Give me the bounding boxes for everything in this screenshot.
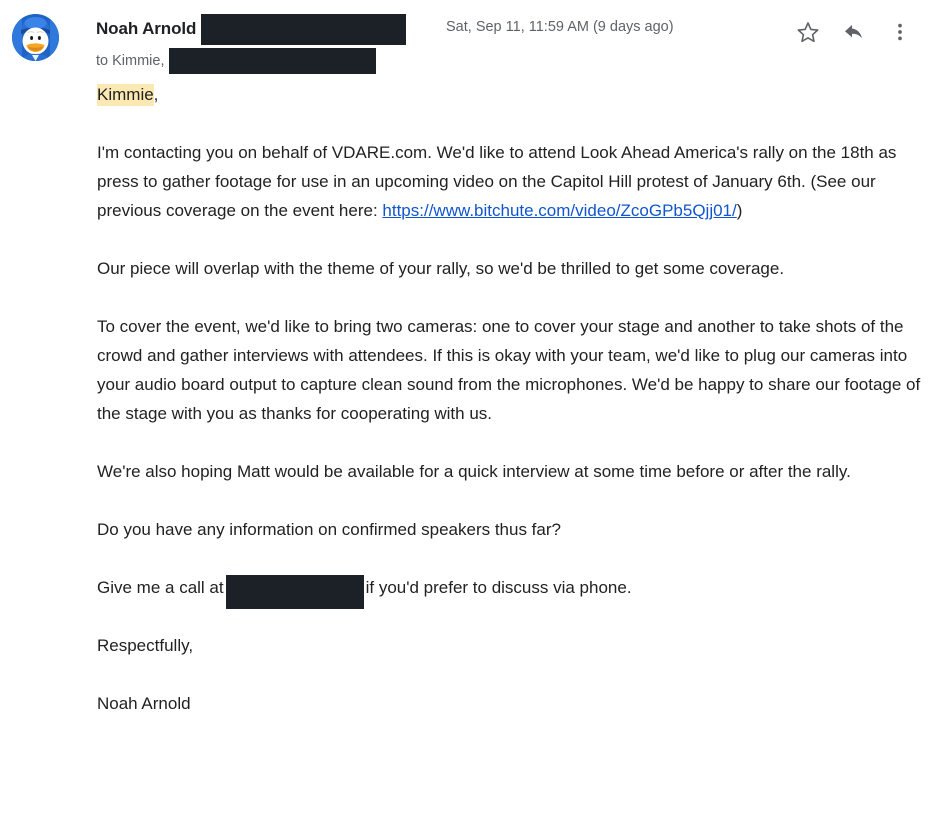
more-options-button[interactable] (877, 14, 923, 50)
paragraph-3: To cover the event, we'd like to bring t… (97, 317, 921, 423)
paragraph-6-text-before-redaction: Give me a call at (97, 578, 224, 597)
message-header: Noah Arnold Sat, Sep 11, 11:59 AM (9 day… (0, 0, 937, 80)
reply-button[interactable] (831, 14, 877, 50)
message-body: Kimmie, I'm contacting you on behalf of … (0, 80, 937, 747)
bitchute-video-link[interactable]: https://www.bitchute.com/video/ZcoGPb5Qj… (382, 201, 736, 220)
sender-email-redaction (200, 14, 406, 45)
star-button[interactable] (785, 14, 831, 50)
greeting-comma: , (153, 85, 159, 104)
recipient-label: to Kimmie, (96, 52, 165, 69)
paragraph-6: Give me a call at if you'd prefer to disc… (97, 573, 921, 610)
reply-icon (842, 20, 866, 44)
more-vertical-icon (890, 22, 910, 42)
paragraph-6-text-after-redaction: if you'd prefer to discuss via phone. (365, 578, 632, 597)
paragraph-1: I'm contacting you on behalf of VDARE.co… (97, 138, 921, 225)
paragraph-1-text-after-link: ) (736, 201, 743, 220)
paragraph-4: We're also hoping Matt would be availabl… (97, 462, 851, 481)
phone-number-redaction (225, 575, 364, 610)
greeting-highlight: Kimmie (97, 84, 154, 106)
message-date: Sat, Sep 11, 11:59 AM (9 days ago) (446, 19, 674, 35)
avatar[interactable] (12, 14, 59, 61)
recipient-row[interactable]: to Kimmie, (96, 48, 376, 74)
recipient-redaction (168, 48, 376, 74)
star-icon (796, 20, 820, 44)
paragraph-5: Do you have any information on confirmed… (97, 520, 561, 539)
closing-line: Respectfully, (97, 636, 194, 656)
greeting-line: Kimmie, (97, 80, 921, 109)
sender-name[interactable]: Noah Arnold (96, 16, 196, 42)
signature-line: Noah Arnold (97, 694, 191, 714)
header-actions (785, 14, 923, 50)
paragraph-2: Our piece will overlap with the theme of… (97, 259, 785, 278)
